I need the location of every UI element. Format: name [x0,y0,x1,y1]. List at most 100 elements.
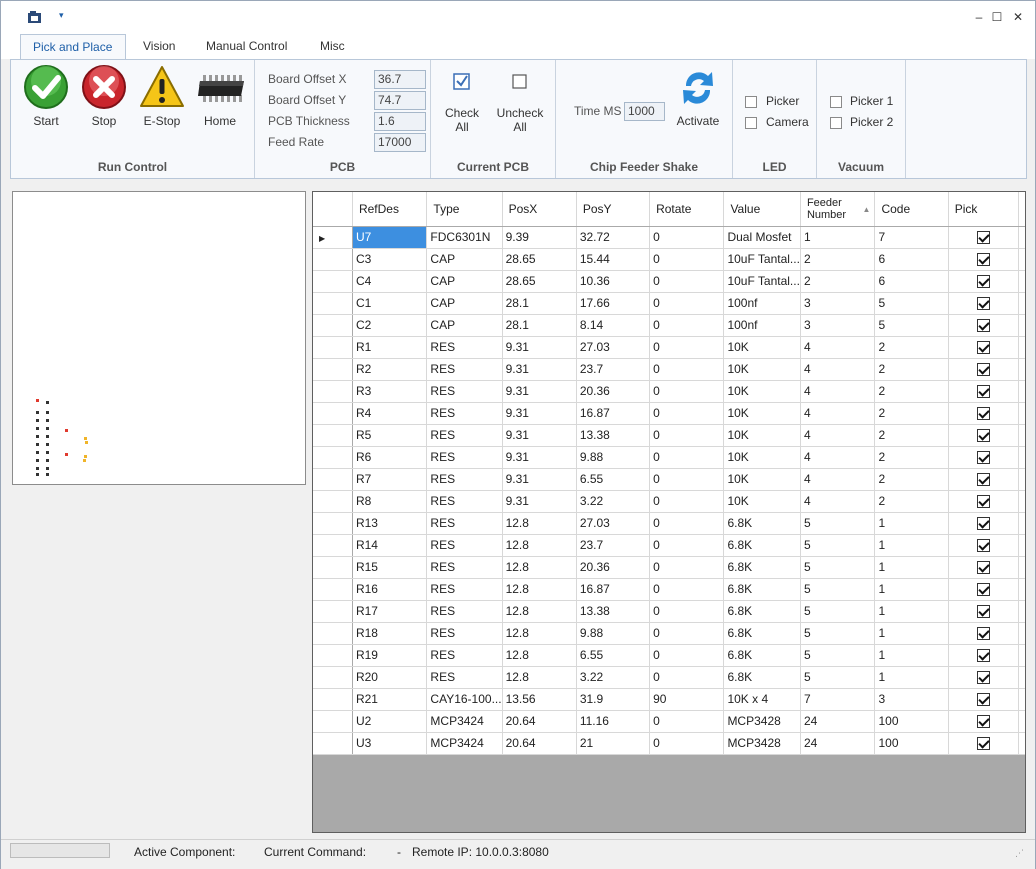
cell-rotate[interactable]: 0 [649,512,725,535]
cell-code[interactable]: 5 [874,314,949,337]
cell-posx[interactable]: 12.8 [502,622,577,645]
cell-posx[interactable]: 12.8 [502,556,577,579]
cell-feeder-number[interactable]: 7 [800,688,876,711]
table-row[interactable]: R19 RES 12.8 6.55 0 6.8K 5 1 [313,644,1025,667]
row-header[interactable] [313,710,353,733]
cell-code[interactable]: 2 [874,424,949,447]
stop-button[interactable]: Stop [79,64,129,128]
cell-refdes[interactable]: R13 [352,512,428,535]
cell-refdes[interactable]: C4 [352,270,428,293]
start-button[interactable]: Start [21,64,71,128]
cell-posx[interactable]: 9.39 [502,226,577,249]
cell-rotate[interactable]: 0 [649,226,725,249]
cell-value[interactable]: 6.8K [723,644,801,667]
pick-checkbox[interactable] [976,627,990,641]
minimize-icon[interactable]: – [971,10,987,24]
cell-code[interactable]: 6 [874,248,949,271]
row-header[interactable] [313,578,353,601]
cell-value[interactable]: 10K [723,446,801,469]
table-row[interactable]: R6 RES 9.31 9.88 0 10K 4 2 [313,446,1025,469]
row-header[interactable] [313,402,353,425]
cell-pick[interactable] [948,358,1020,381]
cell-type[interactable]: RES [426,600,503,623]
cell-feeder-number[interactable]: 2 [800,248,876,271]
cell-rotate[interactable]: 0 [649,644,725,667]
cell-refdes[interactable]: R2 [352,358,428,381]
cell-feeder-number[interactable]: 4 [800,358,876,381]
tab-vision[interactable]: Vision [131,34,187,59]
cell-refdes[interactable]: R19 [352,644,428,667]
cell-posy[interactable]: 13.38 [576,600,651,623]
row-header[interactable] [313,380,353,403]
cell-posy[interactable]: 17.66 [576,292,651,315]
cell-code[interactable]: 2 [874,380,949,403]
row-header[interactable]: ▶ [313,226,353,249]
cell-type[interactable]: CAP [426,292,503,315]
cell-rotate[interactable]: 90 [649,688,725,711]
pick-checkbox[interactable] [976,341,990,355]
row-header[interactable] [313,248,353,271]
cell-rotate[interactable]: 0 [649,402,725,425]
cell-feeder-number[interactable]: 4 [800,402,876,425]
cell-type[interactable]: RES [426,556,503,579]
cell-posy[interactable]: 23.7 [576,358,651,381]
cell-posx[interactable]: 9.31 [502,358,577,381]
row-header[interactable] [313,644,353,667]
cell-refdes[interactable]: R20 [352,666,428,689]
pick-checkbox[interactable] [976,539,990,553]
table-row[interactable]: R21 CAY16-100... 13.56 31.9 90 10K x 473 [313,688,1025,711]
cell-type[interactable]: CAP [426,248,503,271]
pick-checkbox[interactable] [976,429,990,443]
cell-type[interactable]: RES [426,358,503,381]
cell-code[interactable]: 100 [874,710,949,733]
cell-pick[interactable] [948,556,1020,579]
row-header[interactable] [313,512,353,535]
cell-posx[interactable]: 12.8 [502,578,577,601]
cell-refdes[interactable]: R3 [352,380,428,403]
cell-code[interactable]: 2 [874,446,949,469]
time-ms-field[interactable]: 1000 [624,102,665,121]
cell-rotate[interactable]: 0 [649,468,725,491]
cell-posx[interactable]: 9.31 [502,424,577,447]
cell-pick[interactable] [948,710,1020,733]
cell-refdes[interactable]: R4 [352,402,428,425]
cell-posy[interactable]: 3.22 [576,490,651,513]
cell-code[interactable]: 7 [874,226,949,249]
cell-value[interactable]: 10K [723,336,801,359]
led-camera-checkbox[interactable] [745,117,757,129]
close-icon[interactable]: ✕ [1010,10,1026,24]
cell-rotate[interactable]: 0 [649,732,725,755]
column-header-feeder-number[interactable]: Feeder Number ▲ [800,192,876,227]
cell-feeder-number[interactable]: 5 [800,666,876,689]
cell-code[interactable]: 1 [874,644,949,667]
cell-refdes[interactable]: R17 [352,600,428,623]
column-header-refdes[interactable]: RefDes [352,192,428,227]
row-header[interactable] [313,688,353,711]
cell-code[interactable]: 2 [874,468,949,491]
table-row[interactable]: R16 RES 12.8 16.87 0 6.8K 5 1 [313,578,1025,601]
cell-rotate[interactable]: 0 [649,666,725,689]
cell-posx[interactable]: 12.8 [502,534,577,557]
row-header[interactable] [313,468,353,491]
table-row[interactable]: U3 MCP3424 20.64 21 0 MCP3428 24 100 [313,732,1025,755]
cell-posx[interactable]: 9.31 [502,336,577,359]
board-offset-y-field[interactable]: 74.7 [374,91,426,110]
cell-rotate[interactable]: 0 [649,314,725,337]
table-row[interactable]: ▶ U7 FDC6301N 9.39 32.72 0 Dual Mosfet 1 7 [313,226,1025,249]
pick-checkbox[interactable] [976,715,990,729]
cell-rotate[interactable]: 0 [649,248,725,271]
table-row[interactable]: C4 CAP 28.65 10.36 0 10uF Tantal... 2 6 [313,270,1025,293]
table-row[interactable]: R2 RES 9.31 23.7 0 10K 4 2 [313,358,1025,381]
cell-refdes[interactable]: R21 [352,688,428,711]
cell-value[interactable]: 10K [723,358,801,381]
cell-feeder-number[interactable]: 5 [800,600,876,623]
cell-type[interactable]: RES [426,446,503,469]
cell-posx[interactable]: 28.1 [502,314,577,337]
cell-type[interactable]: RES [426,622,503,645]
tab-manual-control[interactable]: Manual Control [194,34,299,59]
cell-pick[interactable] [948,380,1020,403]
row-header[interactable] [313,446,353,469]
tab-pick-and-place[interactable]: Pick and Place [20,34,126,59]
pick-checkbox[interactable] [976,253,990,267]
cell-refdes[interactable]: R16 [352,578,428,601]
